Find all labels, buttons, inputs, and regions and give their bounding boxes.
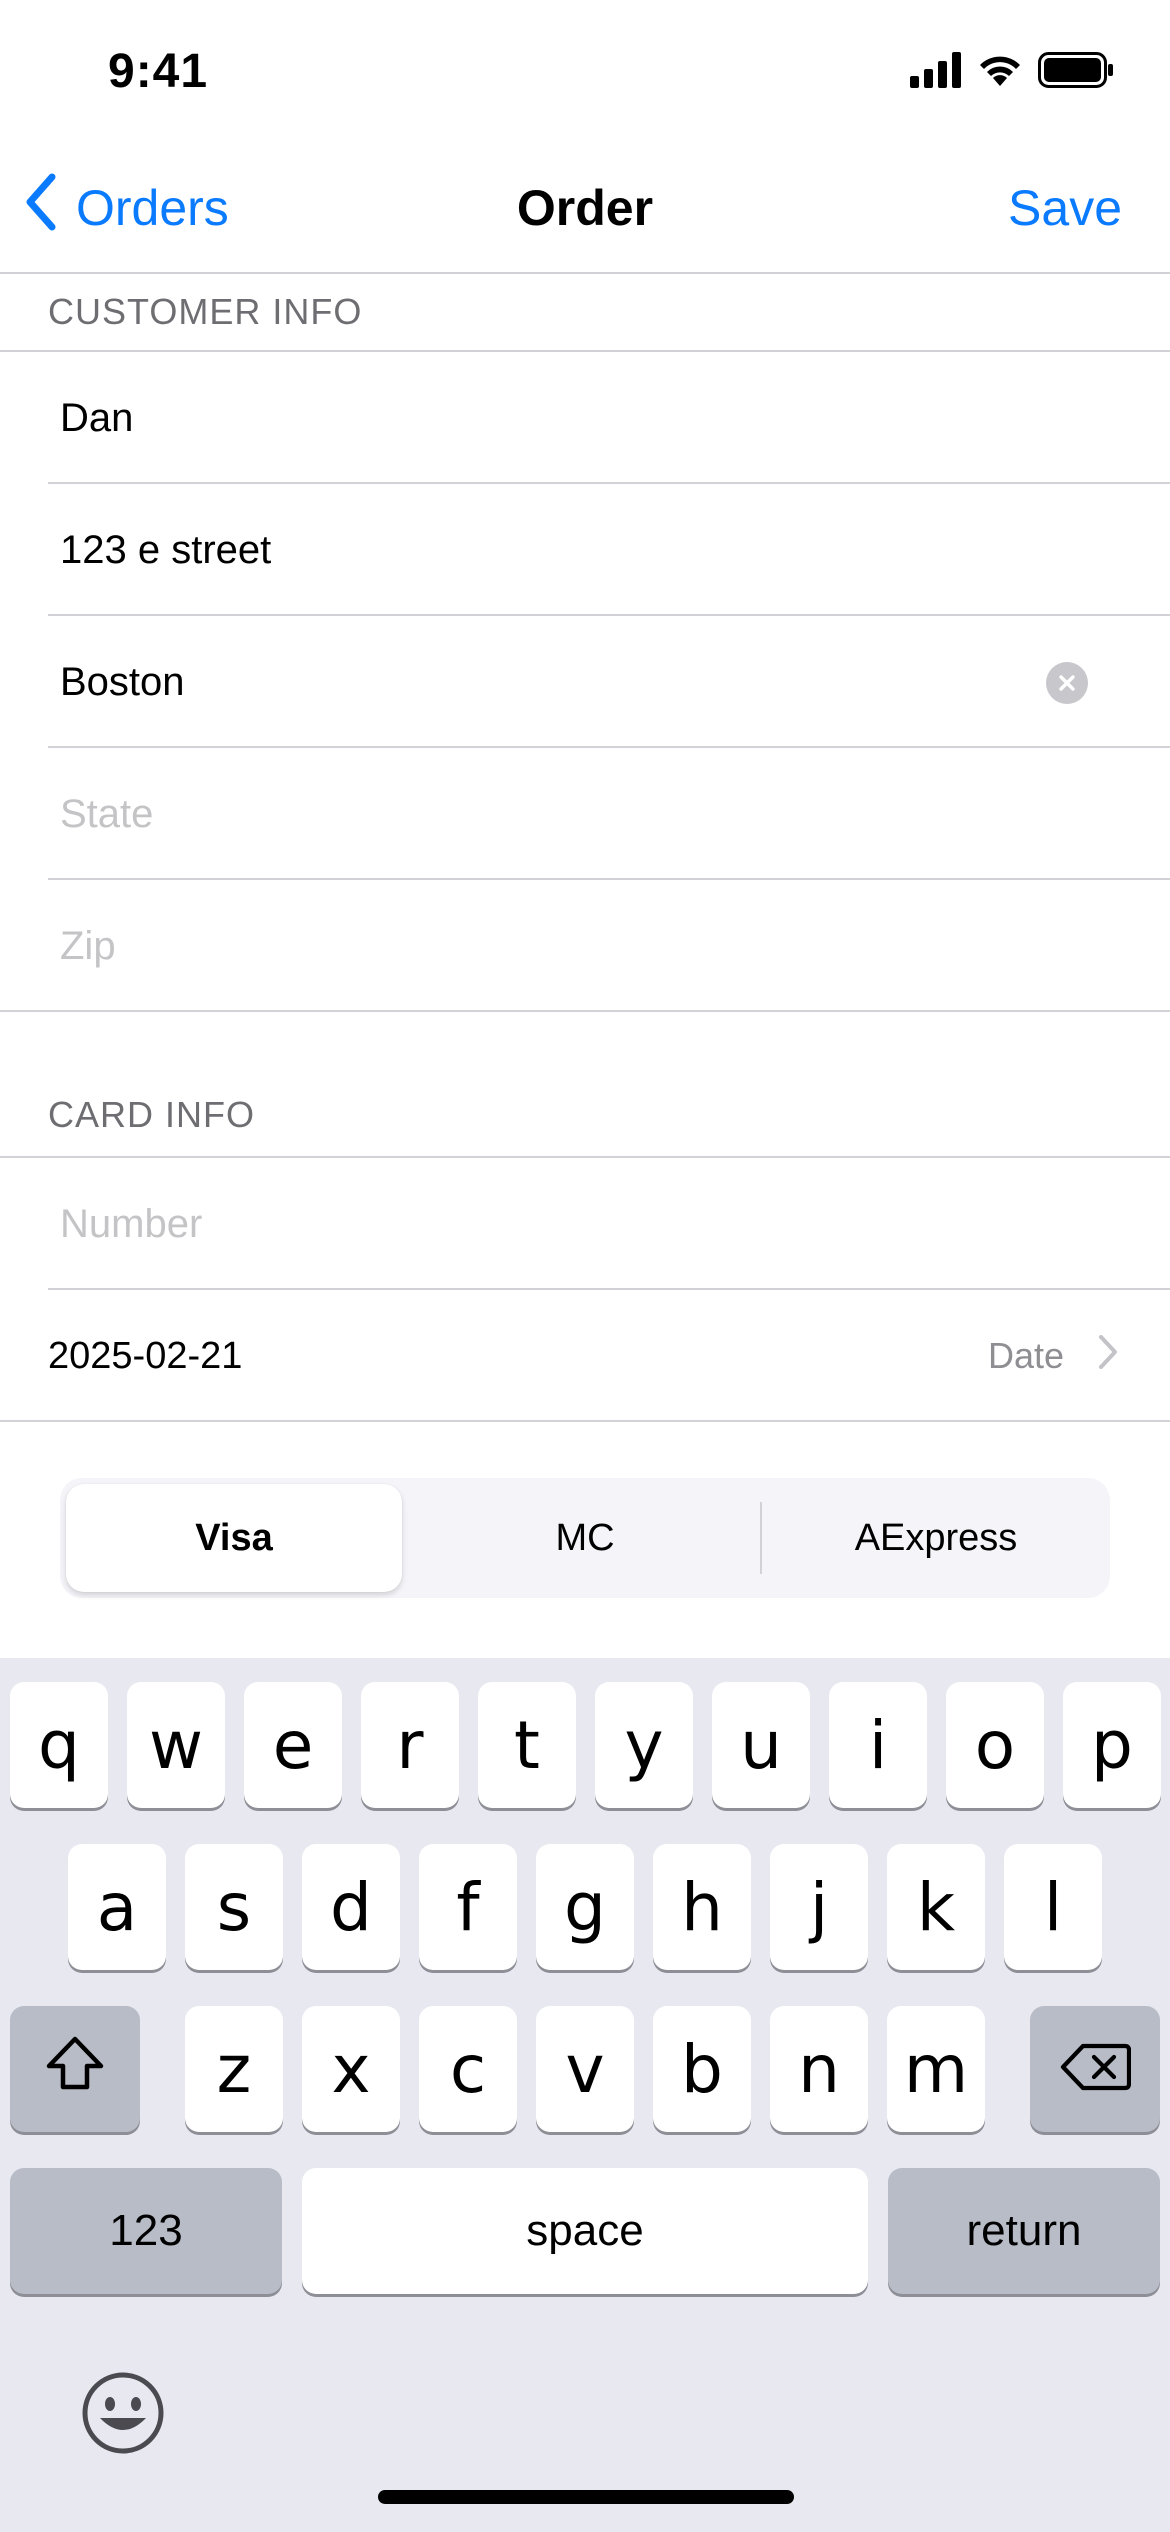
key-m[interactable]: m <box>887 2006 985 2132</box>
customer-info-header: CUSTOMER INFO <box>0 274 1170 352</box>
key-c[interactable]: c <box>419 2006 517 2132</box>
zip-field[interactable]: Zip <box>0 880 1170 1012</box>
date-picker[interactable]: Date <box>988 1290 1118 1422</box>
space-key[interactable]: space <box>302 2168 868 2294</box>
city-field[interactable]: Boston <box>0 616 1170 748</box>
order-form: CUSTOMER INFO Dan 123 e street Boston St… <box>0 274 1170 1422</box>
battery-icon <box>1038 51 1114 93</box>
state-field[interactable]: State <box>0 748 1170 880</box>
backspace-icon <box>1059 2031 1132 2108</box>
key-l[interactable]: l <box>1004 1844 1102 1970</box>
card-number-field[interactable]: Number <box>0 1158 1170 1290</box>
segment-aexpress[interactable]: AExpress <box>764 1484 1108 1592</box>
key-q[interactable]: q <box>10 1682 108 1808</box>
key-x[interactable]: x <box>302 2006 400 2132</box>
card-number-placeholder: Number <box>60 1201 203 1246</box>
key-h[interactable]: h <box>653 1844 751 1970</box>
name-field-value: Dan <box>60 395 134 440</box>
key-p[interactable]: p <box>1063 1682 1161 1808</box>
key-j[interactable]: j <box>770 1844 868 1970</box>
key-b[interactable]: b <box>653 2006 751 2132</box>
key-u[interactable]: u <box>712 1682 810 1808</box>
status-time: 9:41 <box>108 45 209 98</box>
delete-key[interactable] <box>1030 2006 1160 2132</box>
navigation-bar: Orders Order Save <box>0 140 1170 274</box>
page-title: Order <box>516 180 654 236</box>
key-g[interactable]: g <box>536 1844 634 1970</box>
status-icons <box>910 51 1114 93</box>
date-row[interactable]: 2025-02-21 Date <box>0 1290 1170 1422</box>
status-bar: 9:41 <box>0 0 1170 140</box>
city-field-value: Boston <box>60 659 185 704</box>
clear-text-icon[interactable] <box>1046 662 1088 704</box>
state-field-placeholder: State <box>60 791 154 836</box>
address-field-value: 123 e street <box>60 527 272 572</box>
address-field[interactable]: 123 e street <box>0 484 1170 616</box>
key-t[interactable]: t <box>478 1682 576 1808</box>
date-value: 2025-02-21 <box>48 1334 243 1377</box>
key-i[interactable]: i <box>829 1682 927 1808</box>
key-v[interactable]: v <box>536 2006 634 2132</box>
key-e[interactable]: e <box>244 1682 342 1808</box>
shift-icon <box>43 2031 107 2108</box>
key-s[interactable]: s <box>185 1844 283 1970</box>
key-n[interactable]: n <box>770 2006 868 2132</box>
return-key[interactable]: return <box>888 2168 1160 2294</box>
key-f[interactable]: f <box>419 1844 517 1970</box>
date-label: Date <box>987 1335 1064 1376</box>
card-type-segmented-control: Visa MC AExpress <box>60 1478 1110 1598</box>
key-y[interactable]: y <box>595 1682 693 1808</box>
wifi-icon <box>976 52 1024 93</box>
home-indicator <box>378 2490 794 2504</box>
key-a[interactable]: a <box>68 1844 166 1970</box>
key-z[interactable]: z <box>185 2006 283 2132</box>
emoji-icon[interactable] <box>80 2370 166 2456</box>
key-w[interactable]: w <box>127 1682 225 1808</box>
key-o[interactable]: o <box>946 1682 1044 1808</box>
segment-divider <box>760 1502 762 1574</box>
card-info-header: CARD INFO <box>0 1012 1170 1158</box>
cellular-signal-icon <box>910 51 962 93</box>
segment-visa[interactable]: Visa <box>66 1484 402 1592</box>
zip-field-placeholder: Zip <box>60 923 116 968</box>
shift-key[interactable] <box>10 2006 140 2132</box>
numbers-key[interactable]: 123 <box>10 2168 282 2294</box>
chevron-right-icon <box>1098 1334 1118 1379</box>
key-d[interactable]: d <box>302 1844 400 1970</box>
key-r[interactable]: r <box>361 1682 459 1808</box>
name-field[interactable]: Dan <box>0 352 1170 484</box>
key-k[interactable]: k <box>887 1844 985 1970</box>
save-button[interactable]: Save <box>1008 176 1122 240</box>
segment-mc[interactable]: MC <box>406 1484 764 1592</box>
